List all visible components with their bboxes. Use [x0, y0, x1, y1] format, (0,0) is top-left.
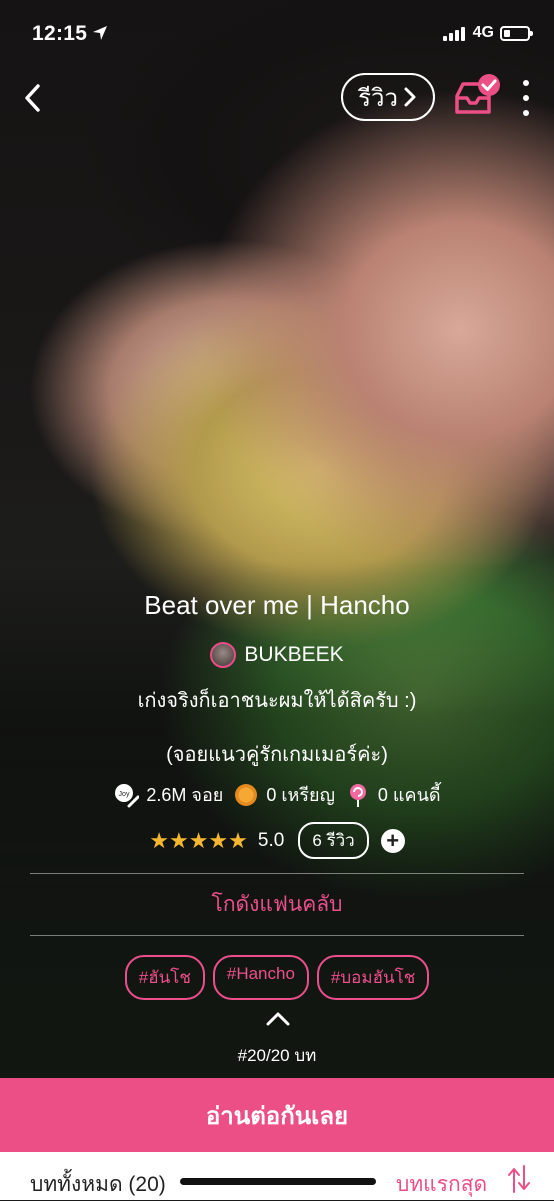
- top-bar: รีวิว: [0, 72, 554, 124]
- coin-icon: [235, 783, 258, 806]
- review-count-button[interactable]: 6 รีวิว: [298, 822, 369, 859]
- fanclub-link[interactable]: โกดังแฟนคลับ: [0, 888, 554, 921]
- divider-bottom: [30, 935, 524, 936]
- status-time: 12:15: [32, 22, 88, 45]
- tag-chip[interactable]: #บอมฮันโช: [316, 955, 430, 1000]
- review-button-label: รีวิว: [358, 84, 398, 112]
- stats-row: Joy 2.6M จอย 0 เหรียญ 0 แคนดี้: [0, 780, 554, 809]
- candy-stat: 0 แคนดี้: [345, 780, 441, 809]
- battery-icon: [500, 25, 533, 41]
- author-avatar: [210, 642, 237, 668]
- description-line-1: เก่งจริงก็เอาชนะผมให้ได้สิครับ :): [137, 690, 417, 712]
- tag-chip[interactable]: #Hancho: [212, 955, 309, 1000]
- chapter-list-header: บททั้งหมด (20) บทแรกสุด: [0, 1152, 554, 1200]
- signal-icon: [442, 25, 465, 41]
- description-line-2: (จอยแนวคู่รักเกมเมอร์ค่ะ): [166, 744, 388, 766]
- candy-count: 0 แคนดี้: [377, 785, 441, 805]
- network-type: 4G: [472, 24, 494, 41]
- author-name: BUKBEEK: [244, 643, 344, 666]
- status-right: 4G: [442, 24, 533, 42]
- sort-icon[interactable]: [506, 1164, 532, 1194]
- chapter-count: #20/20 บท: [237, 1046, 317, 1065]
- back-icon[interactable]: [18, 80, 48, 116]
- join-icon: Joy: [115, 783, 140, 807]
- svg-text:Joy: Joy: [119, 791, 130, 798]
- first-chapter-link[interactable]: บทแรกสุด: [396, 1168, 487, 1201]
- home-indicator: [180, 1178, 376, 1185]
- chevron-right-icon: [404, 87, 416, 107]
- join-count: 2.6M จอย: [146, 785, 224, 805]
- tag-chip[interactable]: #ฮันโช: [124, 955, 205, 1000]
- location-arrow-icon: [291, 22, 307, 38]
- rating-stars: ★★★★★: [149, 827, 248, 853]
- add-review-icon[interactable]: +: [380, 828, 405, 853]
- more-options-icon[interactable]: [516, 80, 536, 116]
- coin-stat: 0 เหรียญ: [233, 780, 335, 809]
- divider-top: [30, 873, 524, 874]
- library-added-icon[interactable]: [451, 72, 503, 122]
- coin-count: 0 เหรียญ: [266, 785, 335, 805]
- rating-score: 5.0: [257, 829, 285, 851]
- read-continue-button[interactable]: อ่านต่อกันเลย: [0, 1078, 554, 1152]
- review-button[interactable]: รีวิว: [341, 73, 435, 121]
- author-row[interactable]: BUKBEEK: [0, 642, 554, 668]
- status-bar: 12:15 4G: [0, 18, 554, 52]
- location-icon: [93, 26, 107, 40]
- all-chapters-label: บททั้งหมด (20): [30, 1173, 166, 1196]
- tag-list: #ฮันโช #Hancho #บอมฮันโช: [0, 955, 554, 1000]
- chevron-up-icon[interactable]: [265, 1010, 291, 1028]
- candy-icon: [349, 783, 366, 807]
- rating-row: ★★★★★ 5.0 6 รีวิว +: [0, 822, 554, 859]
- novel-title: Beat over me | Hancho: [144, 590, 410, 620]
- join-stat: Joy 2.6M จอย: [113, 780, 223, 809]
